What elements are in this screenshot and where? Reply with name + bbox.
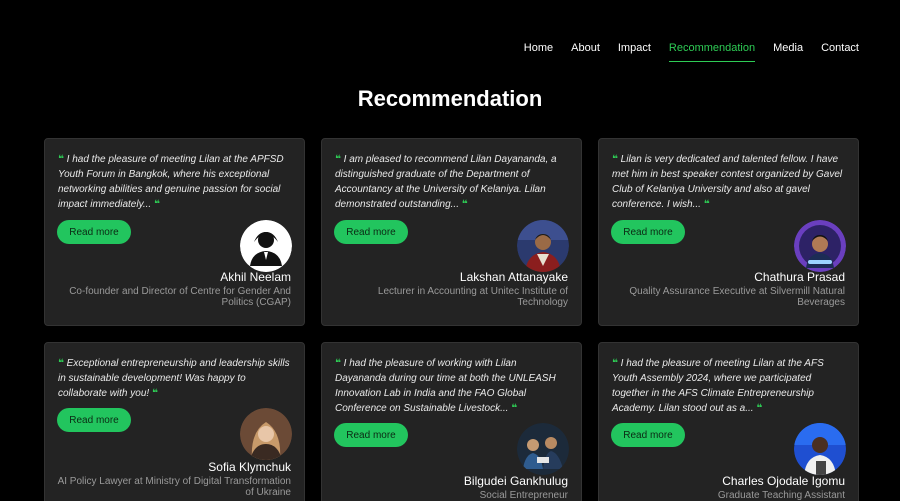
quote-close-icon: ❝ [703, 199, 710, 210]
recommendation-quote: ❝ I am pleased to recommend Lilan Dayana… [335, 152, 570, 212]
avatar [517, 423, 569, 475]
recommender-name: Bilgudei Gankhulug [463, 474, 568, 488]
recommender-name: Lakshan Attanayake [459, 270, 568, 284]
recommendation-card: ❝ I am pleased to recommend Lilan Dayana… [321, 138, 582, 326]
nav-home[interactable]: Home [524, 41, 553, 55]
recommendation-quote: ❝ Lilan is very dedicated and talented f… [612, 152, 847, 212]
group-photo-icon [517, 423, 569, 475]
quote-text: I had the pleasure of working with Lilan… [335, 358, 556, 414]
read-more-button[interactable]: Read more [611, 423, 685, 447]
person-photo-icon [794, 220, 846, 272]
recommendation-quote: ❝ I had the pleasure of working with Lil… [335, 356, 570, 416]
recommendation-quote: ❝ I had the pleasure of meeting Lilan at… [612, 356, 847, 416]
read-more-button[interactable]: Read more [334, 220, 408, 244]
recommender-role: Lecturer in Accounting at Unitec Institu… [377, 286, 568, 308]
read-more-button[interactable]: Read more [611, 220, 685, 244]
avatar [240, 220, 292, 272]
quote-open-icon: ❝ [335, 154, 341, 165]
recommendation-card: ❝ I had the pleasure of meeting Lilan at… [598, 342, 859, 501]
quote-text: I had the pleasure of meeting Lilan at t… [58, 154, 284, 210]
recommender-role: Social Entrepreneur [479, 490, 568, 501]
person-photo-icon [794, 423, 846, 475]
read-more-button[interactable]: Read more [57, 220, 131, 244]
nav-impact[interactable]: Impact [618, 41, 651, 55]
quote-open-icon: ❝ [58, 358, 64, 369]
recommender-role: AI Policy Lawyer at Ministry of Digital … [57, 476, 291, 498]
recommendation-card: ❝ I had the pleasure of meeting Lilan at… [44, 138, 305, 326]
quote-text: I am pleased to recommend Lilan Dayanand… [335, 154, 557, 210]
avatar [794, 220, 846, 272]
recommender-role: Graduate Teaching Assistant [717, 490, 845, 501]
recommendation-card: ❝ I had the pleasure of working with Lil… [321, 342, 582, 501]
avatar [240, 408, 292, 460]
quote-text: Lilan is very dedicated and talented fel… [612, 154, 843, 210]
recommendation-quote: ❝ I had the pleasure of meeting Lilan at… [58, 152, 293, 212]
recommendation-card: ❝ Lilan is very dedicated and talented f… [598, 138, 859, 326]
quote-text: I had the pleasure of meeting Lilan at t… [612, 358, 824, 414]
quote-close-icon: ❝ [756, 403, 763, 414]
avatar [794, 423, 846, 475]
quote-open-icon: ❝ [612, 358, 618, 369]
read-more-button[interactable]: Read more [57, 408, 131, 432]
recommender-role: Co-founder and Director of Centre for Ge… [69, 286, 291, 308]
quote-close-icon: ❝ [153, 199, 160, 210]
quote-text: Exceptional entrepreneurship and leaders… [58, 358, 290, 399]
quote-open-icon: ❝ [58, 154, 64, 165]
recommender-name: Charles Ojodale Igomu [722, 474, 845, 488]
quote-close-icon: ❝ [461, 199, 468, 210]
recommender-name: Akhil Neelam [220, 270, 291, 284]
nav-contact[interactable]: Contact [821, 41, 859, 55]
recommender-role: Quality Assurance Executive at Silvermil… [629, 286, 845, 308]
nav-recommendation[interactable]: Recommendation [668, 41, 756, 62]
recommender-name: Chathura Prasad [754, 270, 845, 284]
read-more-button[interactable]: Read more [334, 423, 408, 447]
page-title: Recommendation [357, 86, 543, 111]
quote-open-icon: ❝ [335, 358, 341, 369]
person-photo-icon [240, 408, 292, 460]
quote-close-icon: ❝ [151, 388, 158, 399]
person-photo-icon [517, 220, 569, 272]
recommender-name: Sofia Klymchuk [208, 460, 291, 474]
recommendation-card: ❝ Exceptional entrepreneurship and leade… [44, 342, 305, 501]
quote-open-icon: ❝ [612, 154, 618, 165]
main-nav: Home About Impact Recommendation Media C… [506, 41, 859, 62]
nav-media[interactable]: Media [773, 41, 803, 55]
avatar [517, 220, 569, 272]
quote-close-icon: ❝ [511, 403, 518, 414]
recommendation-quote: ❝ Exceptional entrepreneurship and leade… [58, 356, 293, 401]
person-placeholder-icon [240, 220, 292, 272]
nav-about[interactable]: About [571, 41, 600, 55]
